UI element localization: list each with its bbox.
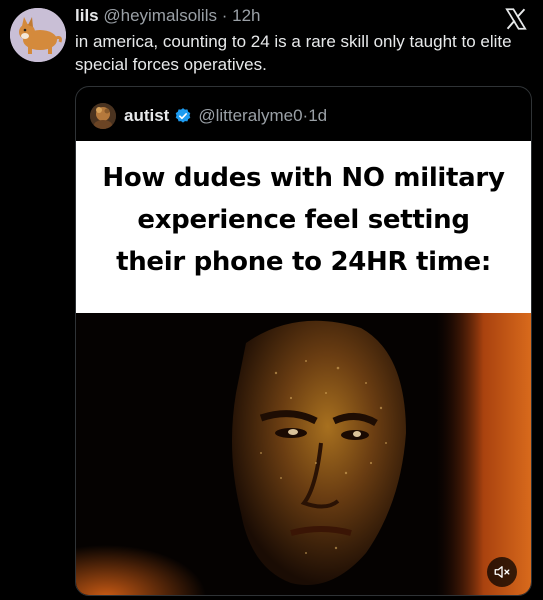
mute-toggle-button[interactable] <box>487 557 517 587</box>
quoted-tweet[interactable]: autist @litteralyme0 · 1d How dudes with… <box>75 86 532 596</box>
x-logo-icon <box>503 6 529 32</box>
face-in-shadow-image <box>76 313 531 595</box>
verified-badge-icon <box>174 107 192 125</box>
speaker-muted-icon <box>494 566 510 578</box>
quoted-author-avatar[interactable] <box>90 103 116 129</box>
quoted-author-name[interactable]: autist <box>124 106 169 126</box>
tweet-header: lils @heyimalsolils · 12h <box>75 5 261 27</box>
tweet-timestamp[interactable]: 12h <box>232 6 260 25</box>
tweet-text: in america, counting to 24 is a rare ski… <box>75 32 512 74</box>
meme-caption-line: experience feel setting <box>137 205 470 235</box>
quoted-tweet-header: autist @litteralyme0 · 1d <box>90 103 327 129</box>
author-avatar[interactable] <box>10 8 66 62</box>
video-still <box>76 313 531 595</box>
header-separator: · <box>221 6 228 25</box>
meme-caption-line: their phone to 24HR time: <box>116 247 491 277</box>
author-name[interactable]: lils <box>75 6 99 25</box>
quoted-author-handle[interactable]: @litteralyme0 <box>198 106 302 126</box>
tweet: lils @heyimalsolils · 12h in america, co… <box>0 0 543 600</box>
author-handle[interactable]: @heyimalsolils <box>103 6 217 25</box>
meme-caption: How dudes with NO military experience fe… <box>76 141 531 313</box>
corgi-avatar-icon <box>10 8 66 62</box>
meme-caption-line: How dudes with NO military <box>102 163 505 193</box>
quoted-media[interactable]: How dudes with NO military experience fe… <box>76 141 531 595</box>
quoted-tweet-timestamp[interactable]: 1d <box>308 106 327 126</box>
